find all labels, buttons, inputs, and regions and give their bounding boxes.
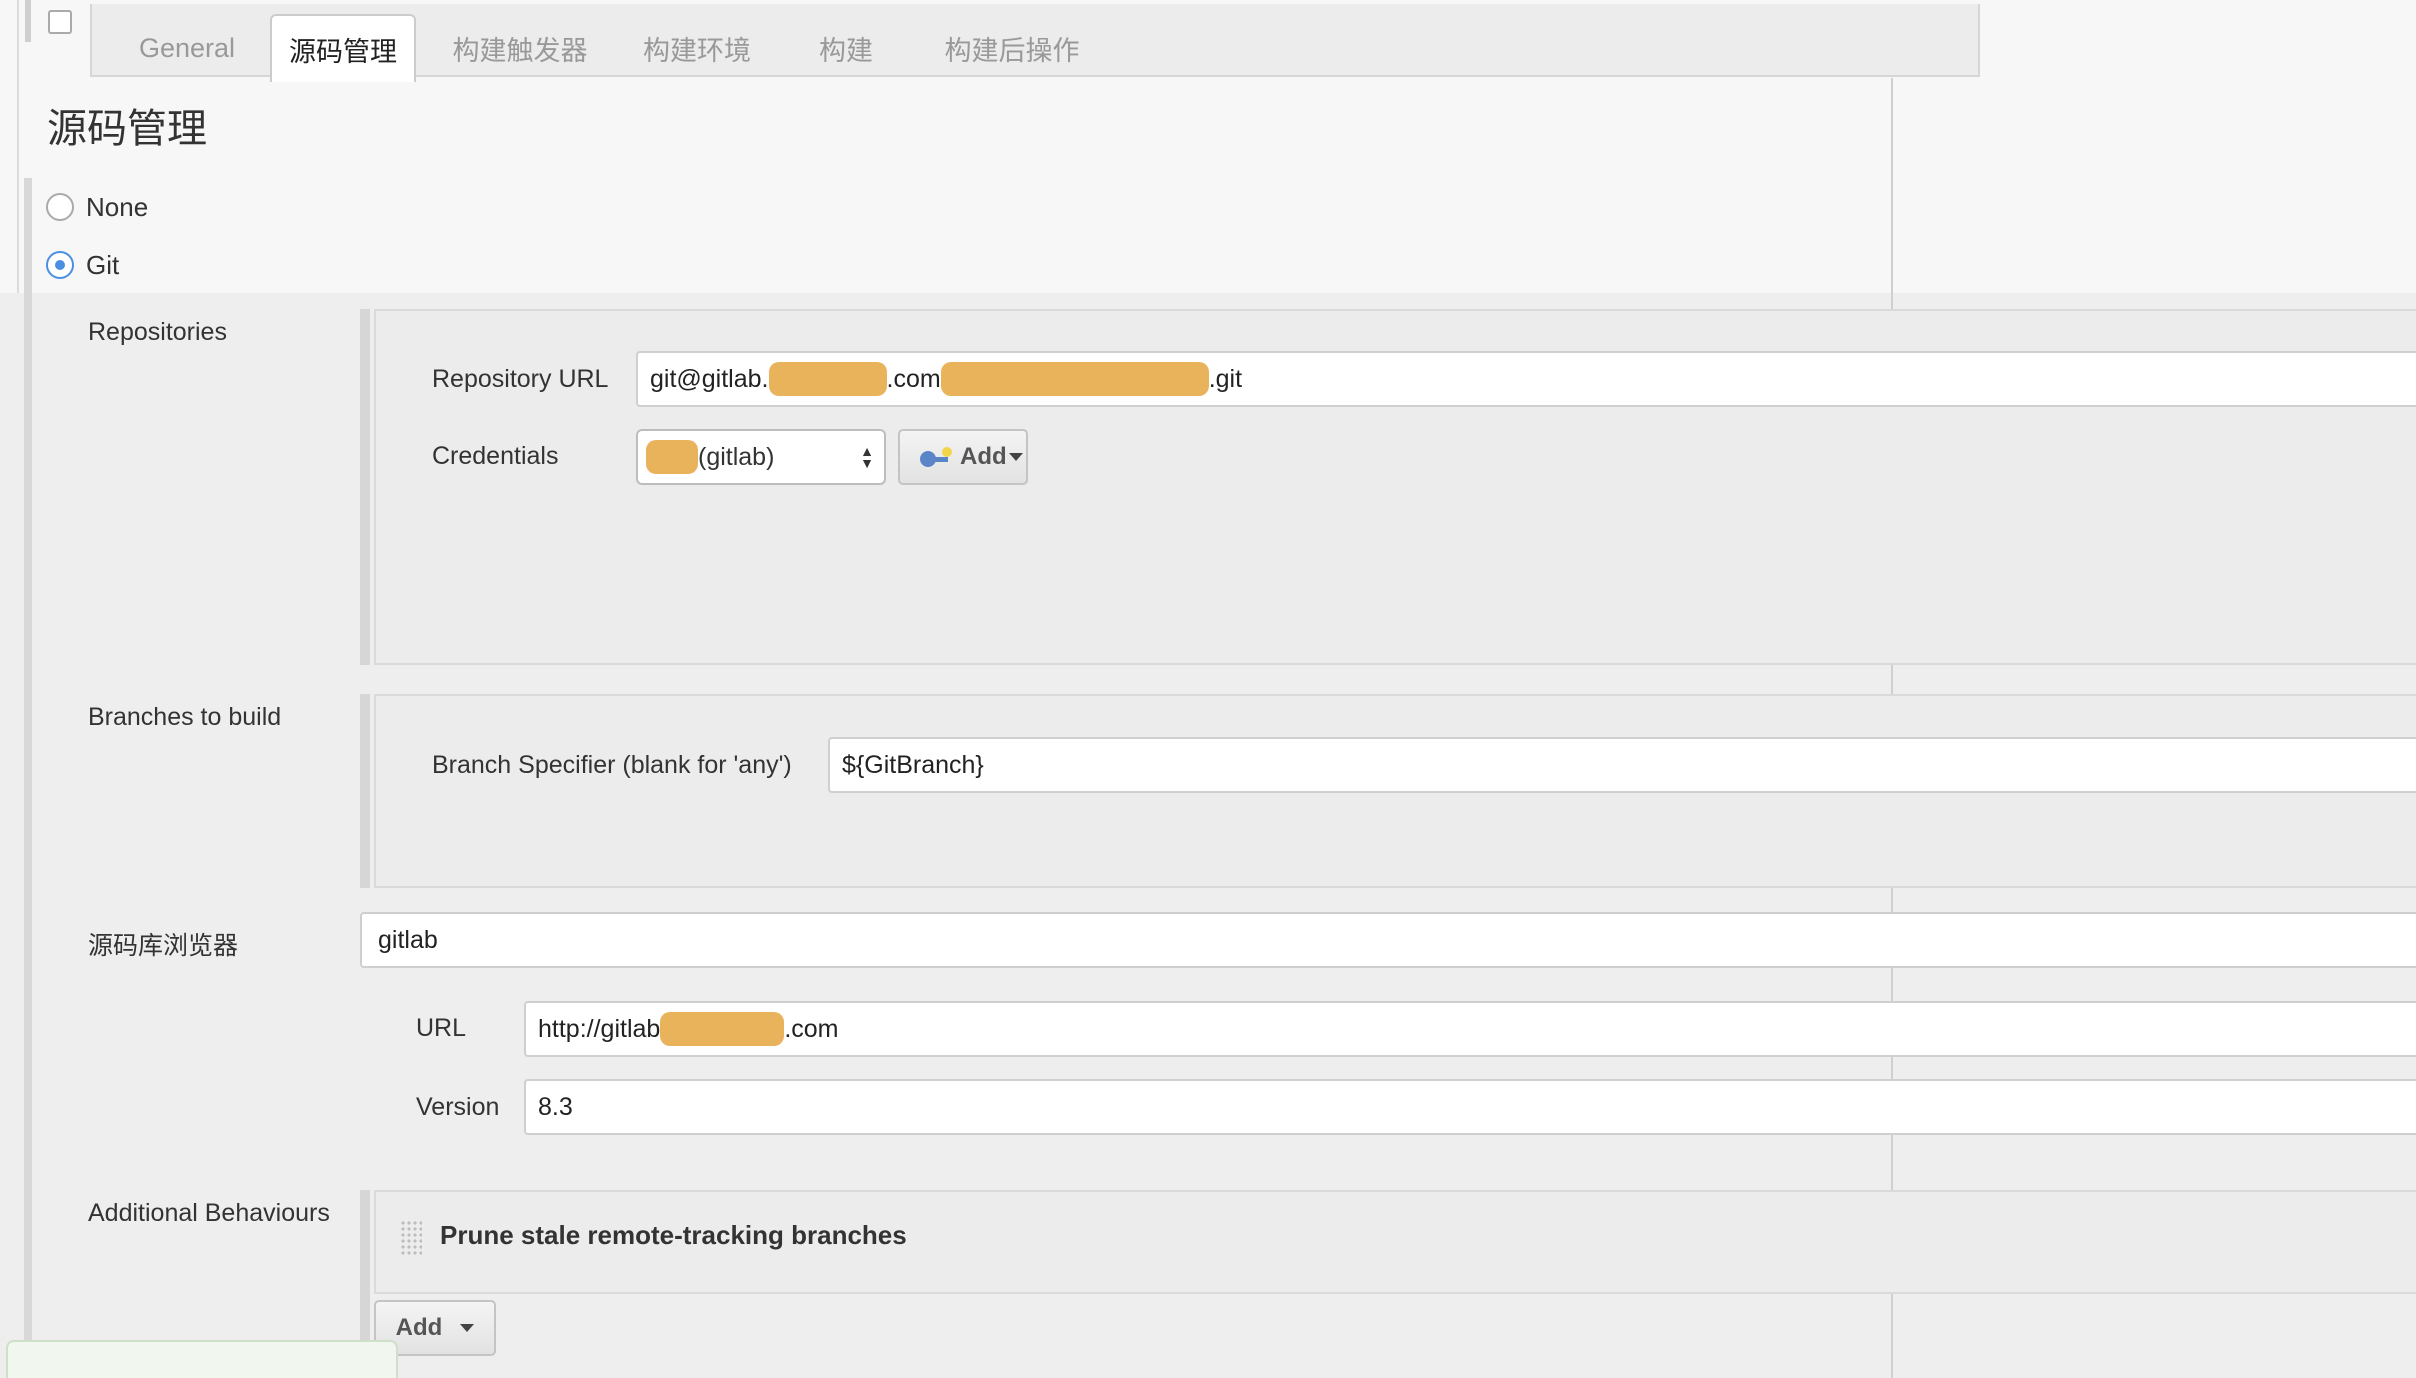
browser-url-suffix: .com <box>784 1014 839 1043</box>
redaction-mark <box>646 440 698 474</box>
config-tab-bar: General 源码管理 构建触发器 构建环境 构建 构建后操作 <box>90 4 1980 82</box>
behaviour-item-panel: Prune stale remote-tracking branches <box>374 1190 2416 1294</box>
redaction-mark <box>940 362 1209 396</box>
branch-specifier-label: Branch Specifier (blank for 'any') <box>432 751 792 779</box>
additional-behaviours-label: Additional Behaviours <box>88 1199 330 1227</box>
add-credentials-label: Add <box>960 443 1007 470</box>
repository-browser-label: 源码库浏览器 <box>88 932 239 960</box>
browser-url-label: URL <box>416 1014 467 1042</box>
section-indent-bar <box>24 178 32 1378</box>
page-title: 源码管理 <box>47 107 207 151</box>
behaviour-item-title: Prune stale remote-tracking branches <box>440 1220 907 1250</box>
repository-url-middle: .com <box>886 364 941 393</box>
credentials-label: Credentials <box>432 442 559 470</box>
key-icon <box>920 447 954 467</box>
version-label: Version <box>416 1093 500 1121</box>
branch-specifier-input[interactable]: ${GitBranch} <box>828 737 2416 793</box>
tab-scm[interactable]: 源码管理 <box>270 14 416 82</box>
repository-url-suffix: .git <box>1208 364 1243 393</box>
repository-browser-select[interactable]: gitlab <box>360 912 2416 968</box>
select-arrows-icon: ▲ ▼ <box>860 443 874 471</box>
add-behaviour-label: Add <box>395 1314 443 1341</box>
behaviours-bar <box>360 1190 370 1360</box>
credentials-value: (gitlab) <box>698 442 775 471</box>
redaction-mark <box>660 1012 785 1046</box>
bottom-bar-edge <box>6 1340 398 1378</box>
credentials-select[interactable]: (gitlab) ▲ ▼ <box>636 429 886 485</box>
tab-build-triggers[interactable]: 构建触发器 <box>440 16 600 80</box>
chevron-down-icon <box>460 1324 475 1332</box>
version-input[interactable]: 8.3 <box>524 1079 2416 1135</box>
scm-git-label: Git <box>86 250 120 280</box>
add-credentials-button[interactable]: Add <box>898 429 1028 485</box>
browser-url-prefix: http://gitlab <box>538 1014 661 1043</box>
tab-build-environment[interactable]: 构建环境 <box>632 16 762 80</box>
repositories-bar <box>360 309 370 665</box>
repository-url-label: Repository URL <box>432 365 609 393</box>
repository-url-prefix: git@gitlab. <box>650 364 769 393</box>
scm-none-radio[interactable] <box>46 193 74 221</box>
repositories-label: Repositories <box>88 318 227 346</box>
enable-checkbox[interactable] <box>48 10 72 34</box>
tab-post-build[interactable]: 构建后操作 <box>922 16 1102 80</box>
tab-build[interactable]: 构建 <box>804 16 888 80</box>
drag-handle-icon[interactable] <box>400 1220 422 1256</box>
scm-git-radio[interactable] <box>46 251 74 279</box>
section-frame-edge <box>25 0 31 42</box>
scm-none-label: None <box>86 192 149 222</box>
redaction-mark <box>768 362 887 396</box>
tab-general[interactable]: General <box>122 16 252 80</box>
branches-label: Branches to build <box>88 703 282 731</box>
branches-bar <box>360 694 370 888</box>
browser-url-input[interactable]: http://gitlab .com <box>524 1001 2416 1057</box>
chevron-down-icon <box>1008 453 1023 461</box>
repository-url-input[interactable]: git@gitlab. .com .git <box>636 351 2416 407</box>
